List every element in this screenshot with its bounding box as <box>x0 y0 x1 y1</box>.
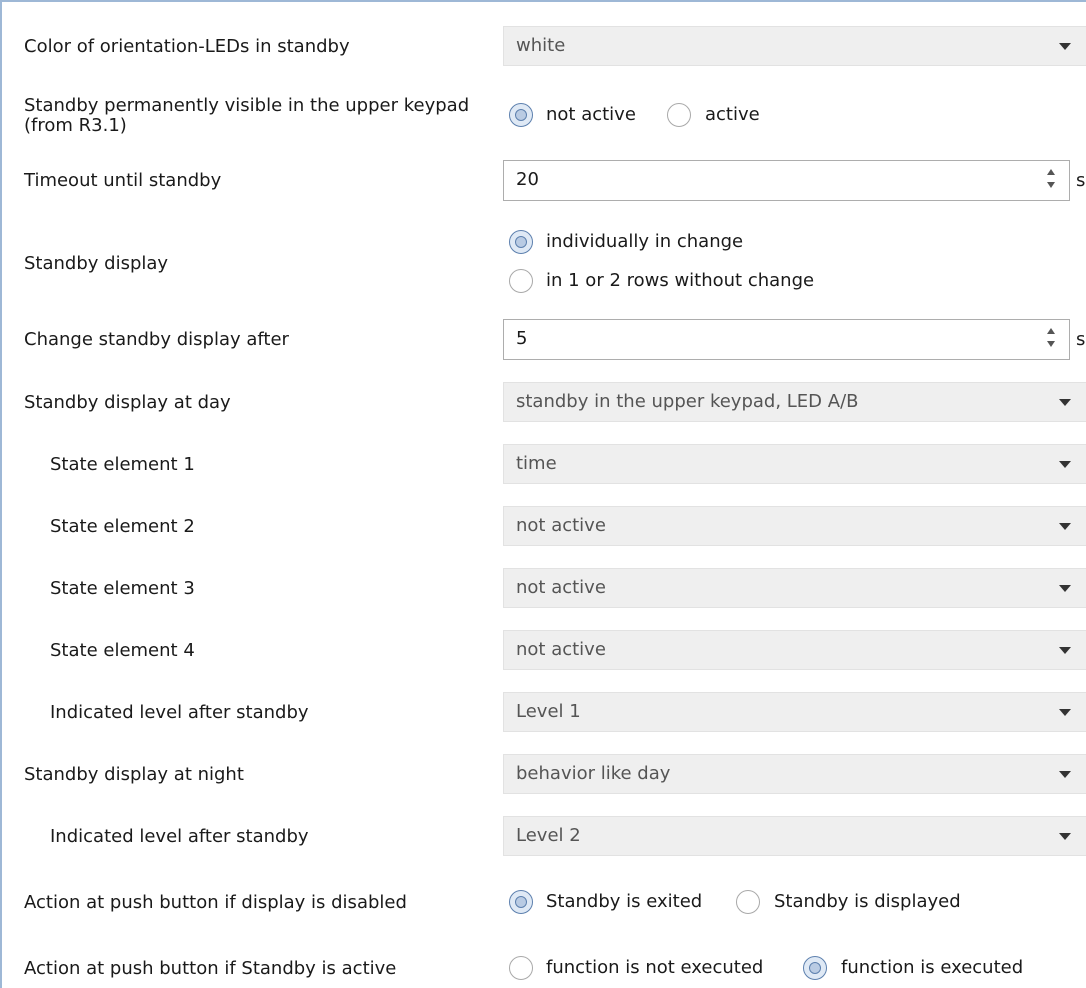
radio-function-not-executed-label: function is not executed <box>546 957 764 978</box>
radio-standby-exited[interactable] <box>509 890 533 914</box>
spinner-arrows[interactable] <box>1045 328 1059 352</box>
radio-rows-without-change[interactable] <box>509 269 533 293</box>
state-1-dropdown[interactable]: time <box>503 444 1086 484</box>
display-night-value: behavior like day <box>516 763 671 784</box>
radio-individually[interactable] <box>509 230 533 254</box>
level-night-value: Level 2 <box>516 825 581 846</box>
radio-not-active[interactable] <box>509 103 533 127</box>
state-4-dropdown[interactable]: not active <box>503 630 1086 670</box>
radio-active[interactable] <box>667 103 691 127</box>
standby-visible-label-line2: (from R3.1) <box>24 115 127 136</box>
timeout-label: Timeout until standby <box>24 170 222 191</box>
chevron-down-icon <box>1059 647 1071 654</box>
display-night-dropdown[interactable]: behavior like day <box>503 754 1086 794</box>
radio-active-label: active <box>705 104 760 125</box>
state-1-label: State element 1 <box>50 454 195 475</box>
change-after-unit: s <box>1076 329 1086 350</box>
radio-function-executed[interactable] <box>803 956 827 980</box>
chevron-down-icon <box>1059 523 1071 530</box>
state-1-value: time <box>516 453 557 474</box>
radio-standby-exited-label: Standby is exited <box>546 891 703 912</box>
radio-function-executed-label: function is executed <box>841 957 1024 978</box>
spinner-arrows[interactable] <box>1045 169 1059 193</box>
level-night-dropdown[interactable]: Level 2 <box>503 816 1086 856</box>
chevron-down-icon <box>1059 399 1071 406</box>
state-2-dropdown[interactable]: not active <box>503 506 1086 546</box>
state-3-label: State element 3 <box>50 578 195 599</box>
radio-not-active-label: not active <box>546 104 636 125</box>
level-day-dropdown[interactable]: Level 1 <box>503 692 1086 732</box>
color-leds-label: Color of orientation-LEDs in standby <box>24 36 350 57</box>
chevron-down-icon <box>1059 461 1071 468</box>
change-after-value: 5 <box>516 328 528 349</box>
level-day-label: Indicated level after standby <box>50 702 309 723</box>
chevron-down-icon <box>1059 771 1071 778</box>
chevron-down-icon <box>1059 709 1071 716</box>
timeout-unit: s <box>1076 170 1086 191</box>
standby-visible-label-line1: Standby permanently visible in the upper… <box>24 95 470 116</box>
display-day-label: Standby display at day <box>24 392 231 413</box>
state-4-value: not active <box>516 639 606 660</box>
action-disabled-label: Action at push button if display is disa… <box>24 892 407 913</box>
timeout-spinbox[interactable]: 20 <box>503 160 1070 201</box>
display-night-label: Standby display at night <box>24 764 244 785</box>
state-2-value: not active <box>516 515 606 536</box>
radio-rows-without-change-label: in 1 or 2 rows without change <box>546 270 815 291</box>
arrow-down-icon[interactable] <box>1047 182 1055 188</box>
window-left-border <box>0 0 2 988</box>
state-2-label: State element 2 <box>50 516 195 537</box>
radio-standby-displayed-label: Standby is displayed <box>774 891 961 912</box>
arrow-up-icon[interactable] <box>1047 328 1055 334</box>
radio-individually-label: individually in change <box>546 231 744 252</box>
radio-function-not-executed[interactable] <box>509 956 533 980</box>
change-after-spinbox[interactable]: 5 <box>503 319 1070 360</box>
state-3-value: not active <box>516 577 606 598</box>
change-after-label: Change standby display after <box>24 329 289 350</box>
color-leds-dropdown[interactable]: white <box>503 26 1086 66</box>
color-leds-value: white <box>516 35 566 56</box>
display-day-dropdown[interactable]: standby in the upper keypad, LED A/B <box>503 382 1086 422</box>
standby-display-label: Standby display <box>24 253 169 274</box>
chevron-down-icon <box>1059 833 1071 840</box>
chevron-down-icon <box>1059 43 1071 50</box>
radio-standby-displayed[interactable] <box>736 890 760 914</box>
level-night-label: Indicated level after standby <box>50 826 309 847</box>
arrow-up-icon[interactable] <box>1047 169 1055 175</box>
timeout-value: 20 <box>516 169 539 190</box>
chevron-down-icon <box>1059 585 1071 592</box>
action-active-label: Action at push button if Standby is acti… <box>24 958 397 979</box>
display-day-value: standby in the upper keypad, LED A/B <box>516 391 859 412</box>
level-day-value: Level 1 <box>516 701 581 722</box>
state-3-dropdown[interactable]: not active <box>503 568 1086 608</box>
window-top-border <box>0 0 1086 2</box>
state-4-label: State element 4 <box>50 640 195 661</box>
arrow-down-icon[interactable] <box>1047 341 1055 347</box>
